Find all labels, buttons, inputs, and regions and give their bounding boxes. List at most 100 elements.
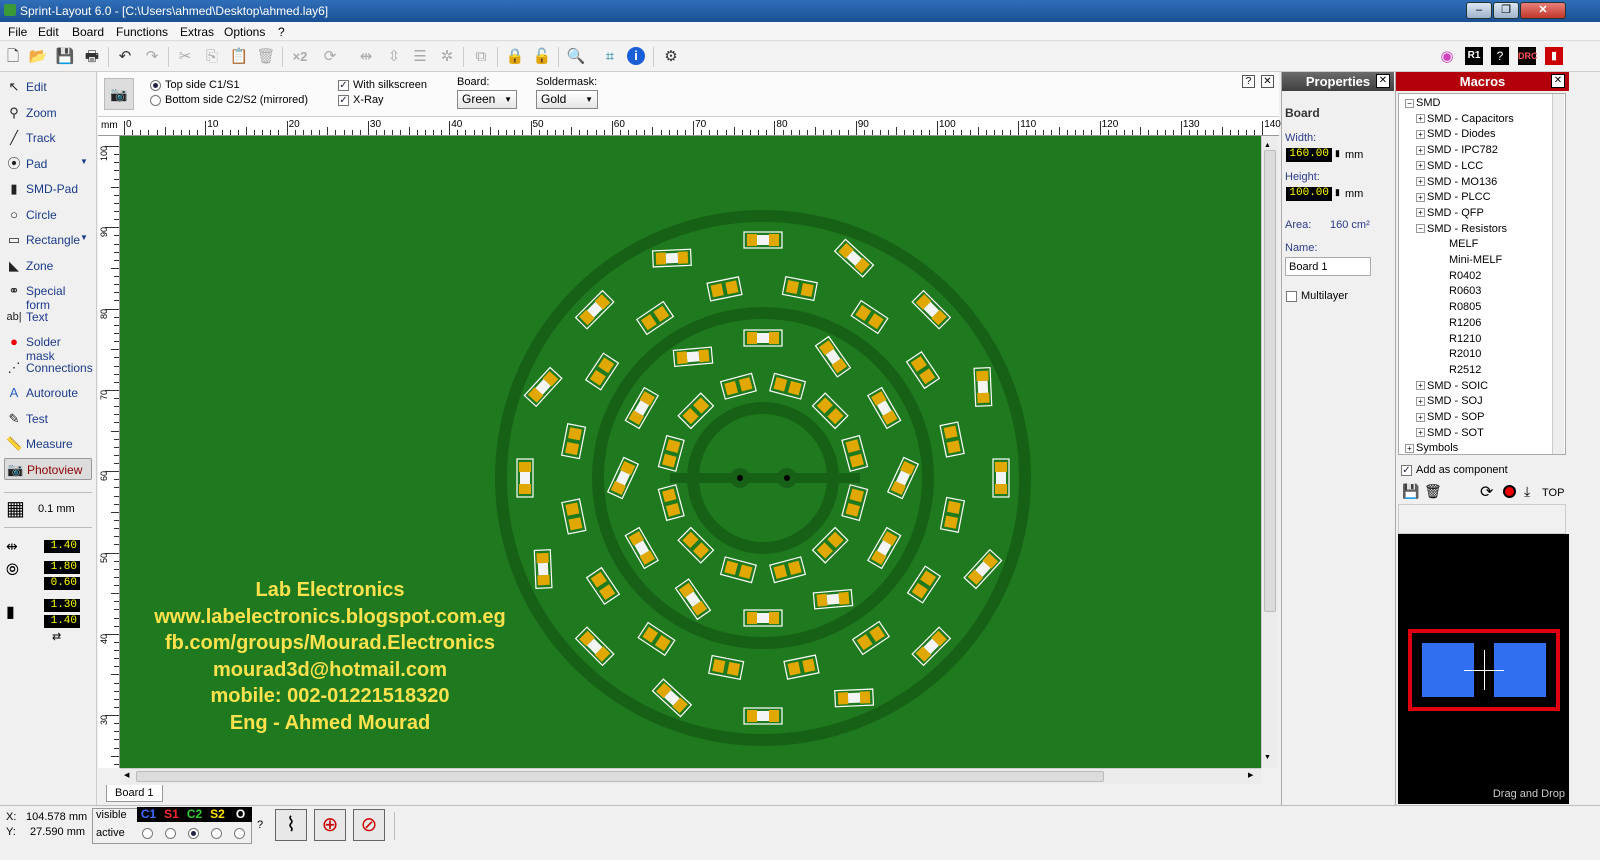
delete-macro-icon[interactable]: 🗑 [1424,483,1442,500]
minimize-button[interactable]: – [1466,2,1492,19]
print-icon[interactable]: 🖶 [82,47,102,67]
camera-icon[interactable]: 📷 [104,78,134,110]
smd-component[interactable] [866,386,902,430]
rectangle-dropdown-icon[interactable]: ▼ [80,233,88,242]
layer-c2[interactable]: C2 [183,807,206,822]
layer-help-icon[interactable]: ? [257,819,263,831]
smd-component[interactable] [624,386,660,430]
layer-icon[interactable]: ⧉ [471,47,491,67]
scroll-left-icon[interactable]: ◀ [124,771,129,779]
board-width-input[interactable]: 160.00 [1286,148,1332,162]
group-icon[interactable]: ✲ [437,47,457,67]
smd-component[interactable] [606,456,640,500]
tool-rectangle[interactable]: ▭ Rectangle ▼ [4,229,92,251]
layer-o[interactable]: O [229,807,252,822]
rotate-macro-icon[interactable]: ⟳ [1480,482,1493,502]
macro-tree-item[interactable]: Mini-MELF [1449,253,1502,268]
open-folder-icon[interactable]: 📂 [28,47,48,67]
silkscreen-checkbox[interactable]: ✓ [338,80,349,91]
top-side-icon[interactable]: ⤓ [1524,483,1530,500]
smd-component[interactable] [657,434,685,472]
expand-icon[interactable]: + [1416,412,1425,422]
smd-component[interactable] [866,526,902,570]
menu-options[interactable]: Options [224,25,265,39]
smd-component[interactable] [674,578,712,621]
smd-component[interactable] [811,526,849,564]
delete-icon[interactable]: 🗑 [256,47,276,67]
vertical-scrollbar[interactable]: ▲ ▼ [1261,136,1278,768]
track-width-value[interactable]: 1.40 [44,540,80,553]
smd-component[interactable] [769,372,807,400]
macro-tree-item[interactable]: + SMD - QFP [1416,206,1484,221]
macro-tree-item[interactable]: + SMD - LCC [1416,159,1483,174]
menu-functions[interactable]: Functions [116,25,168,39]
width-spinner-icon[interactable]: ▮ [1335,148,1340,159]
grid-size-label[interactable]: 0.1 mm [38,503,75,515]
tool-pad[interactable]: ⦿ Pad ▼ [4,153,92,175]
smd-width-value[interactable]: 1.30 [44,599,80,612]
pad-inner-value[interactable]: 0.60 [44,577,80,590]
smd-component[interactable] [719,372,757,400]
save-macro-icon[interactable]: 💾 [1402,483,1419,500]
tool-photoview[interactable]: 📷 Photoview [4,458,92,480]
macro-tree-item[interactable]: + SMD - SOT [1416,426,1484,441]
scroll-right-icon[interactable]: ▶ [1248,771,1253,779]
help-icon[interactable]: ? [1242,75,1255,88]
macro-tree[interactable]: − SMD + SMD - Capacitors + SMD - Diodes + SMD -… [1398,93,1566,455]
tool-edit[interactable]: ↖ Edit [4,76,92,98]
smd-component[interactable] [781,275,818,302]
tool-zoom[interactable]: ⚲ Zoom [4,102,92,124]
expand-icon[interactable]: + [1416,428,1425,438]
tool-circle[interactable]: ○ Circle [4,204,92,226]
smd-component[interactable] [851,620,891,656]
smd-component[interactable] [783,654,820,680]
smd-component[interactable] [743,231,783,249]
macro-tree-item[interactable]: R1206 [1449,316,1481,331]
horizontal-scroll-thumb[interactable] [136,771,1104,782]
close-properties-icon[interactable]: ✕ [1376,74,1390,88]
tool-smd-pad[interactable]: ▮ SMD-Pad [4,178,92,200]
soldermask-select[interactable]: Gold ▼ [536,90,598,109]
smd-component[interactable] [672,346,714,368]
scroll-down-icon[interactable]: ▼ [1264,754,1271,761]
scan-icon[interactable]: ? [1491,47,1509,65]
smd-component[interactable] [769,556,807,584]
smd-component[interactable] [560,423,587,460]
smd-component[interactable] [516,458,534,498]
bottom-side-radio[interactable] [150,95,161,106]
mirror-horizontal-icon[interactable]: ⇹ [356,47,376,67]
undo-icon[interactable]: ↶ [115,47,135,67]
pcb-canvas[interactable]: Lab Electronics www.labelectronics.blogs… [120,136,1261,768]
route-mode-icon[interactable]: ⌇ [275,809,307,841]
expand-icon[interactable]: + [1416,177,1425,187]
smd-component[interactable] [963,548,1003,590]
tool-zone[interactable]: ◣ Zone [4,255,92,277]
smd-component[interactable] [561,498,587,535]
smd-component[interactable] [523,366,563,408]
lock-icon[interactable]: 🔒 [505,47,525,67]
smd-component[interactable] [743,609,783,627]
menu-file[interactable]: File [8,25,27,39]
smd-component[interactable] [657,484,685,522]
tool-special-form[interactable]: ⚭ Special form [4,280,92,312]
smd-component[interactable] [706,276,743,302]
smd-component[interactable] [651,248,692,268]
paste-icon[interactable]: 📋 [229,47,249,67]
smd-component[interactable] [677,526,715,564]
duplicate-icon[interactable]: ×2 [290,47,310,67]
smd-component[interactable] [841,484,869,522]
macro-tree-scrollbar[interactable] [1552,94,1564,454]
tool-connections[interactable]: ⋰ Connections [4,357,93,379]
macro-tree-item[interactable]: R2010 [1449,347,1481,362]
expand-icon[interactable]: + [1416,161,1425,171]
active-layer-s2-radio[interactable] [211,828,222,839]
collapse-icon[interactable]: − [1405,98,1414,108]
smd-component[interactable] [841,434,869,472]
smd-height-value[interactable]: 1.40 [44,615,80,628]
r1-report-icon[interactable]: R1 [1465,47,1483,65]
swap-icon[interactable]: ⇄ [52,630,61,643]
smd-component[interactable] [584,352,620,391]
layer-c1[interactable]: C1 [137,807,160,822]
drc-icon[interactable]: DRC [1518,47,1538,65]
crosshair-icon[interactable]: ⊕ [314,809,346,841]
